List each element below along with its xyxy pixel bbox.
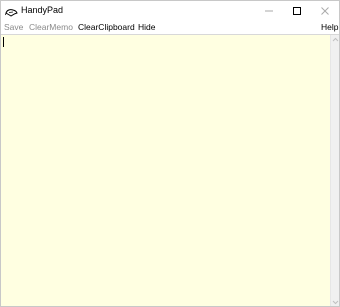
close-icon <box>321 7 329 15</box>
menu-clear-clipboard[interactable]: ClearClipboard <box>78 21 135 34</box>
menu-hide[interactable]: Hide <box>138 21 155 34</box>
handypad-window: HandyPad Save ClearMemo ClearClipboard H… <box>0 0 340 307</box>
scroll-up-button[interactable] <box>331 35 339 44</box>
handypad-app-icon <box>5 5 18 17</box>
scroll-down-arrow-icon <box>332 300 339 305</box>
minimize-icon <box>265 10 273 12</box>
minimize-button[interactable] <box>255 1 283 21</box>
menu-clear-memo[interactable]: ClearMemo <box>29 21 73 34</box>
menu-bar: Save ClearMemo ClearClipboard Hide Help <box>1 21 339 34</box>
vertical-scrollbar[interactable] <box>330 35 339 306</box>
title-bar[interactable]: HandyPad <box>1 1 339 21</box>
maximize-button[interactable] <box>283 1 311 21</box>
memo-text-area[interactable] <box>1 35 330 306</box>
scroll-down-button[interactable] <box>331 298 339 306</box>
close-button[interactable] <box>311 1 339 21</box>
window-title: HandyPad <box>21 5 64 15</box>
text-caret <box>3 37 4 47</box>
menu-save[interactable]: Save <box>4 21 23 34</box>
scroll-up-arrow-icon <box>332 37 339 42</box>
maximize-icon <box>293 7 301 15</box>
menu-help[interactable]: Help <box>321 21 338 34</box>
